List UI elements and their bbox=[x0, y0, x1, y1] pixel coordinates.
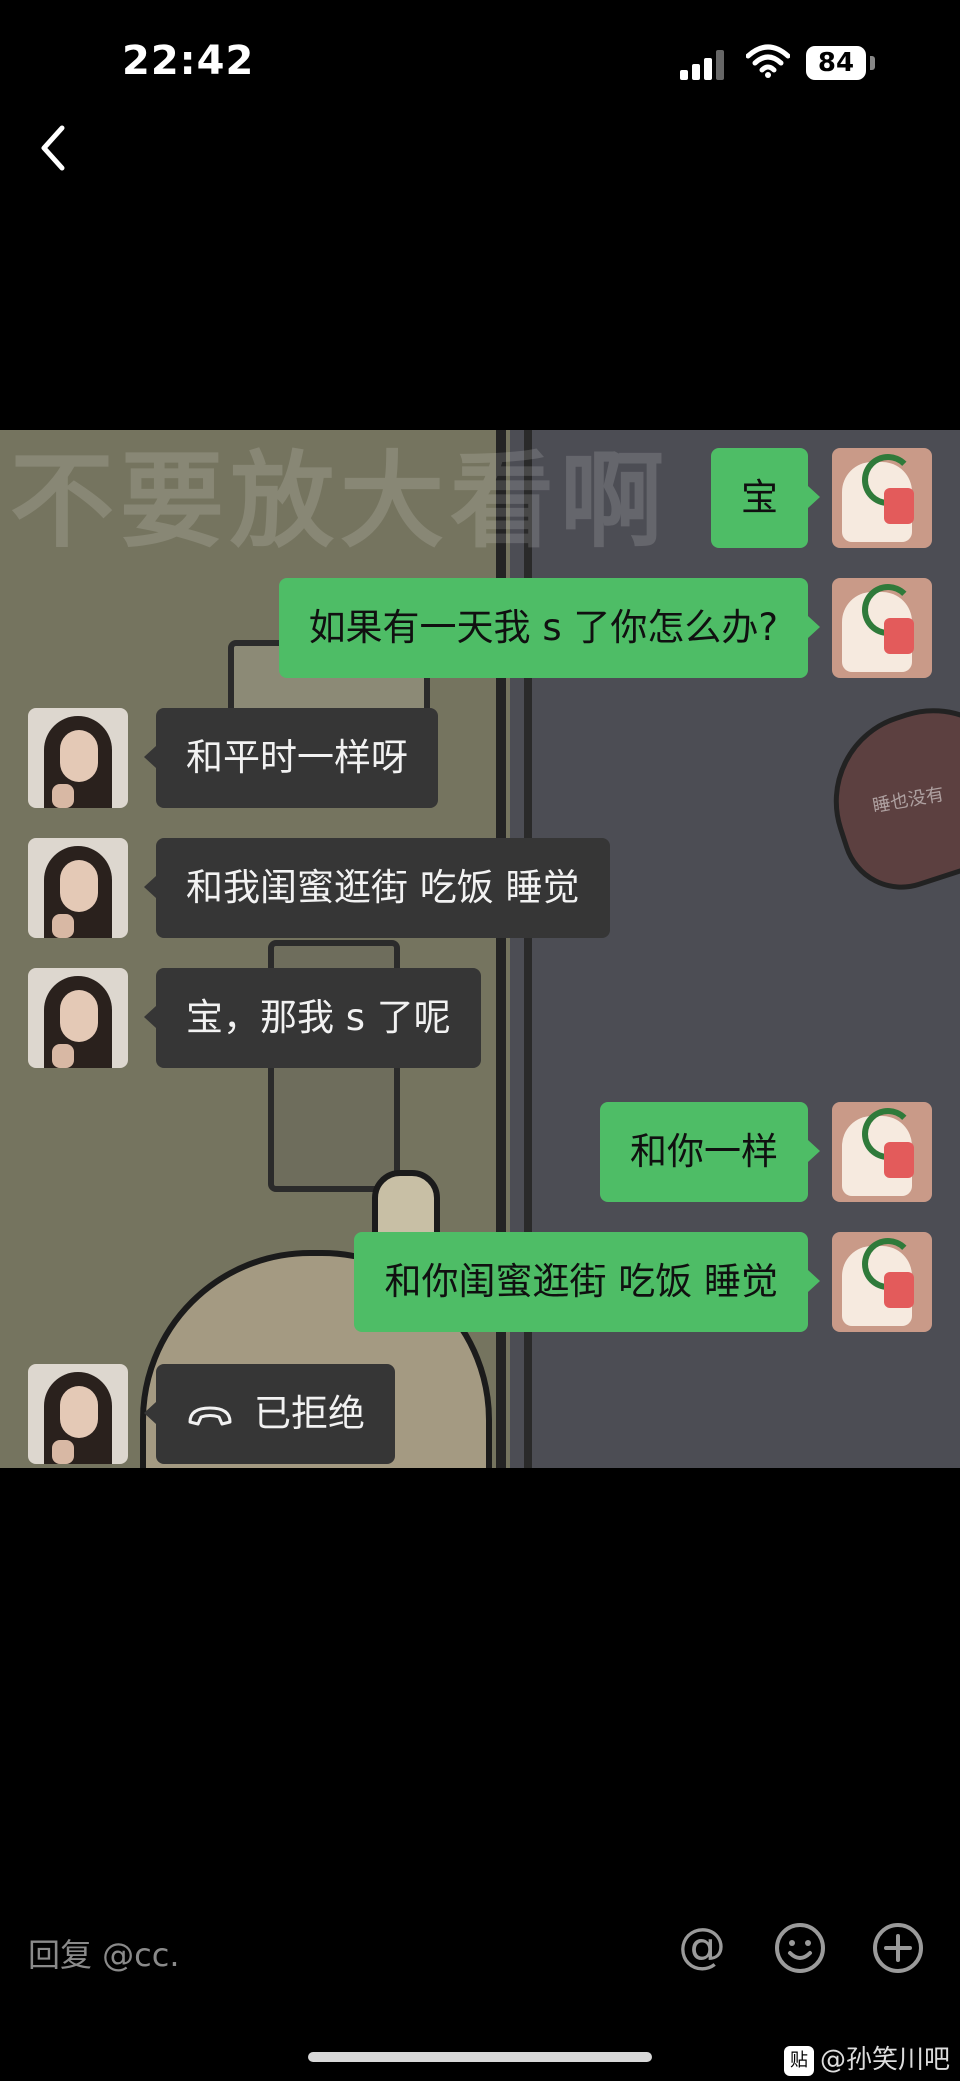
tieba-logo-icon: 贴 bbox=[784, 2045, 814, 2076]
emoji-icon[interactable] bbox=[772, 1920, 828, 1976]
status-bar: 22:42 84 bbox=[0, 0, 960, 120]
svg-text:@: @ bbox=[678, 1920, 726, 1974]
message-bubble-them: 和我闺蜜逛街 吃饭 睡觉 bbox=[156, 838, 610, 938]
reply-input[interactable]: 回复 @cc. bbox=[28, 1930, 180, 1976]
avatar-me bbox=[832, 1102, 932, 1202]
battery-indicator: 84 bbox=[806, 46, 866, 80]
avatar-them bbox=[28, 708, 128, 808]
add-plus-icon[interactable] bbox=[870, 1920, 926, 1976]
message-bubble-me: 宝 bbox=[711, 448, 808, 548]
avatar-them bbox=[28, 838, 128, 938]
status-time: 22:42 bbox=[122, 38, 255, 84]
avatar-them bbox=[28, 1364, 128, 1464]
avatar-me bbox=[832, 448, 932, 548]
bubble-tail bbox=[144, 746, 156, 768]
message-bubble-me: 如果有一天我 s 了你怎么办? bbox=[278, 578, 808, 678]
signal-icon bbox=[680, 50, 724, 80]
wifi-icon bbox=[746, 44, 790, 78]
mention-at-icon[interactable]: @ bbox=[674, 1920, 730, 1976]
message-bubble-them: 和平时一样呀 bbox=[156, 708, 438, 808]
back-chevron-icon[interactable] bbox=[34, 120, 74, 176]
bubble-tail bbox=[144, 876, 156, 898]
bubble-tail bbox=[808, 1140, 820, 1162]
source-watermark: 贴 @孙笑川吧 bbox=[784, 2039, 950, 2076]
image-watermark-text: 不要放大看啊 bbox=[10, 440, 671, 562]
message-bubble-them: 宝，那我 s 了呢 bbox=[156, 968, 481, 1068]
avatar-me bbox=[832, 578, 932, 678]
bubble-tail bbox=[144, 1006, 156, 1028]
bubble-tail bbox=[144, 1402, 156, 1424]
home-indicator[interactable] bbox=[308, 2052, 652, 2062]
call-declined-bubble: 已拒绝 bbox=[156, 1364, 395, 1464]
hang-up-icon bbox=[188, 1406, 232, 1425]
bubble-tail bbox=[808, 616, 820, 638]
message-bubble-me: 和你一样 bbox=[600, 1102, 808, 1202]
avatar-them bbox=[28, 968, 128, 1068]
battery-nub bbox=[870, 56, 875, 70]
avatar-me bbox=[832, 1232, 932, 1332]
bubble-tail bbox=[808, 486, 820, 508]
bubble-tail bbox=[808, 1270, 820, 1292]
message-bubble-me: 和你闺蜜逛街 吃饭 睡觉 bbox=[354, 1232, 808, 1332]
reply-bar: 回复 @cc. @ bbox=[0, 1920, 960, 1980]
source-label: @孙笑川吧 bbox=[820, 2045, 951, 2075]
chat-screenshot-image[interactable]: 不要放大看啊 睡也没有 宝 如果有一天我 s 了你怎么办? 和平时一样呀 和我闺… bbox=[0, 430, 960, 1468]
call-declined-label: 已拒绝 bbox=[254, 1392, 365, 1435]
